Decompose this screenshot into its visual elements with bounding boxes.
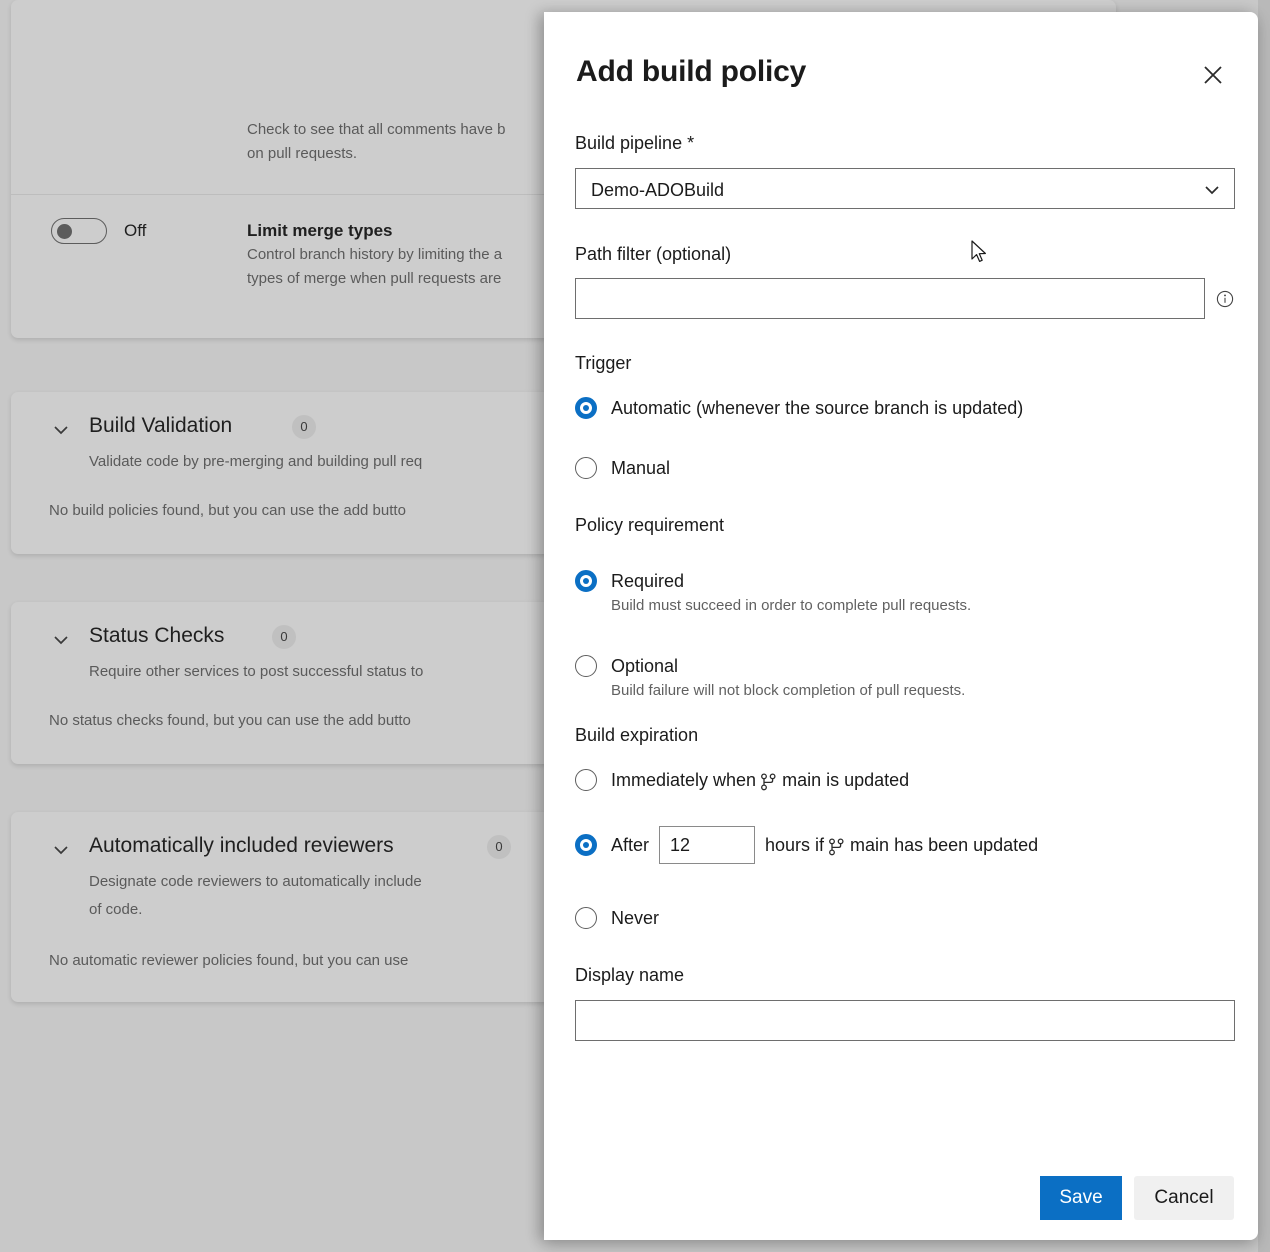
path-filter-label: Path filter (optional) <box>575 241 731 267</box>
policy-option-required[interactable]: Required <box>575 567 684 595</box>
save-button[interactable]: Save <box>1040 1176 1122 1220</box>
expiration-option-never[interactable]: Never <box>575 904 659 932</box>
expiration-option-immediately-label: Immediately when main is updated <box>611 767 909 793</box>
section-empty-build-validation: No build policies found, but you can use… <box>49 498 406 523</box>
count-badge-status-checks: 0 <box>272 625 296 649</box>
build-pipeline-label: Build pipeline * <box>575 130 694 156</box>
section-desc-status-checks: Require other services to post successfu… <box>89 659 423 684</box>
expiration-option-immediately[interactable]: Immediately when main is updated <box>575 766 909 794</box>
radio-after <box>575 834 597 856</box>
radio-automatic <box>575 397 597 419</box>
trigger-option-automatic[interactable]: Automatic (whenever the source branch is… <box>575 394 1023 422</box>
after-prefix: After <box>611 832 649 858</box>
chevron-down-icon[interactable] <box>51 840 71 860</box>
count-badge-automatic-reviewers: 0 <box>487 835 511 859</box>
immediately-suffix: is updated <box>826 767 909 793</box>
comment-policy-desc: Check to see that all comments have b on… <box>247 118 505 166</box>
expiration-option-after[interactable]: After hours if main has been updated <box>575 831 1038 859</box>
page-scrollbar-gutter[interactable] <box>1258 0 1270 1252</box>
dialog-title: Add build policy <box>576 52 806 92</box>
git-branch-icon <box>760 772 777 790</box>
immediately-prefix: Immediately when <box>611 767 756 793</box>
radio-manual <box>575 457 597 479</box>
display-name-input[interactable] <box>575 1000 1235 1041</box>
limit-merge-title: Limit merge types <box>247 219 502 243</box>
close-icon[interactable] <box>1198 60 1228 90</box>
dialog-body: Build pipeline * Demo-ADOBuild Path filt… <box>544 116 1258 1156</box>
radio-optional <box>575 655 597 677</box>
build-pipeline-select[interactable]: Demo-ADOBuild <box>575 168 1235 209</box>
info-icon[interactable] <box>1216 290 1234 308</box>
chevron-down-icon <box>1202 180 1222 200</box>
count-badge-build-validation: 0 <box>292 415 316 439</box>
expiration-option-never-label: Never <box>611 905 659 931</box>
section-empty-automatic-reviewers: No automatic reviewer policies found, bu… <box>49 948 408 973</box>
dialog-footer: Save Cancel <box>544 1152 1258 1240</box>
git-branch-icon <box>828 837 845 855</box>
trigger-option-manual[interactable]: Manual <box>575 454 670 482</box>
radio-required <box>575 570 597 592</box>
dialog-header: Add build policy <box>544 12 1258 116</box>
chevron-down-icon[interactable] <box>51 420 71 440</box>
section-empty-status-checks: No status checks found, but you can use … <box>49 708 411 733</box>
policy-option-optional-description: Build failure will not block completion … <box>611 680 965 702</box>
policy-option-required-description: Build must succeed in order to complete … <box>611 595 971 617</box>
after-branch: main <box>850 832 889 858</box>
trigger-option-manual-label: Manual <box>611 455 670 481</box>
section-title-build-validation: Build Validation <box>89 412 232 440</box>
trigger-group-label: Trigger <box>575 350 631 376</box>
section-title-automatic-reviewers: Automatically included reviewers <box>89 832 394 860</box>
limit-merge-toggle-label: Off <box>124 218 146 244</box>
section-title-status-checks: Status Checks <box>89 622 224 650</box>
policy-option-optional-label: Optional <box>611 653 678 679</box>
trigger-option-automatic-label: Automatic (whenever the source branch is… <box>611 395 1023 421</box>
display-name-label: Display name <box>575 962 684 988</box>
policy-option-optional[interactable]: Optional <box>575 652 678 680</box>
after-mid: hours if <box>765 832 824 858</box>
policy-requirement-group-label: Policy requirement <box>575 512 724 538</box>
cancel-button[interactable]: Cancel <box>1134 1176 1234 1220</box>
build-pipeline-value: Demo-ADOBuild <box>591 178 724 202</box>
expiration-hours-input[interactable] <box>659 826 755 864</box>
radio-never <box>575 907 597 929</box>
expiration-option-after-label: After hours if main has been updated <box>611 826 1038 864</box>
radio-immediately <box>575 769 597 791</box>
chevron-down-icon[interactable] <box>51 630 71 650</box>
immediately-branch: main <box>782 767 821 793</box>
section-desc-automatic-reviewers-line2: of code. <box>89 897 142 922</box>
toggle-knob <box>57 224 72 239</box>
policy-option-required-label: Required <box>611 568 684 594</box>
limit-merge-text: Limit merge types Control branch history… <box>247 219 502 291</box>
section-desc-automatic-reviewers-line1: Designate code reviewers to automaticall… <box>89 869 422 894</box>
limit-merge-toggle[interactable] <box>51 218 107 244</box>
build-expiration-group-label: Build expiration <box>575 722 698 748</box>
path-filter-input[interactable] <box>575 278 1205 319</box>
after-suffix: has been updated <box>894 832 1038 858</box>
section-desc-build-validation: Validate code by pre-merging and buildin… <box>89 449 422 474</box>
add-build-policy-dialog: Add build policy Build pipeline * Demo-A… <box>544 12 1258 1240</box>
